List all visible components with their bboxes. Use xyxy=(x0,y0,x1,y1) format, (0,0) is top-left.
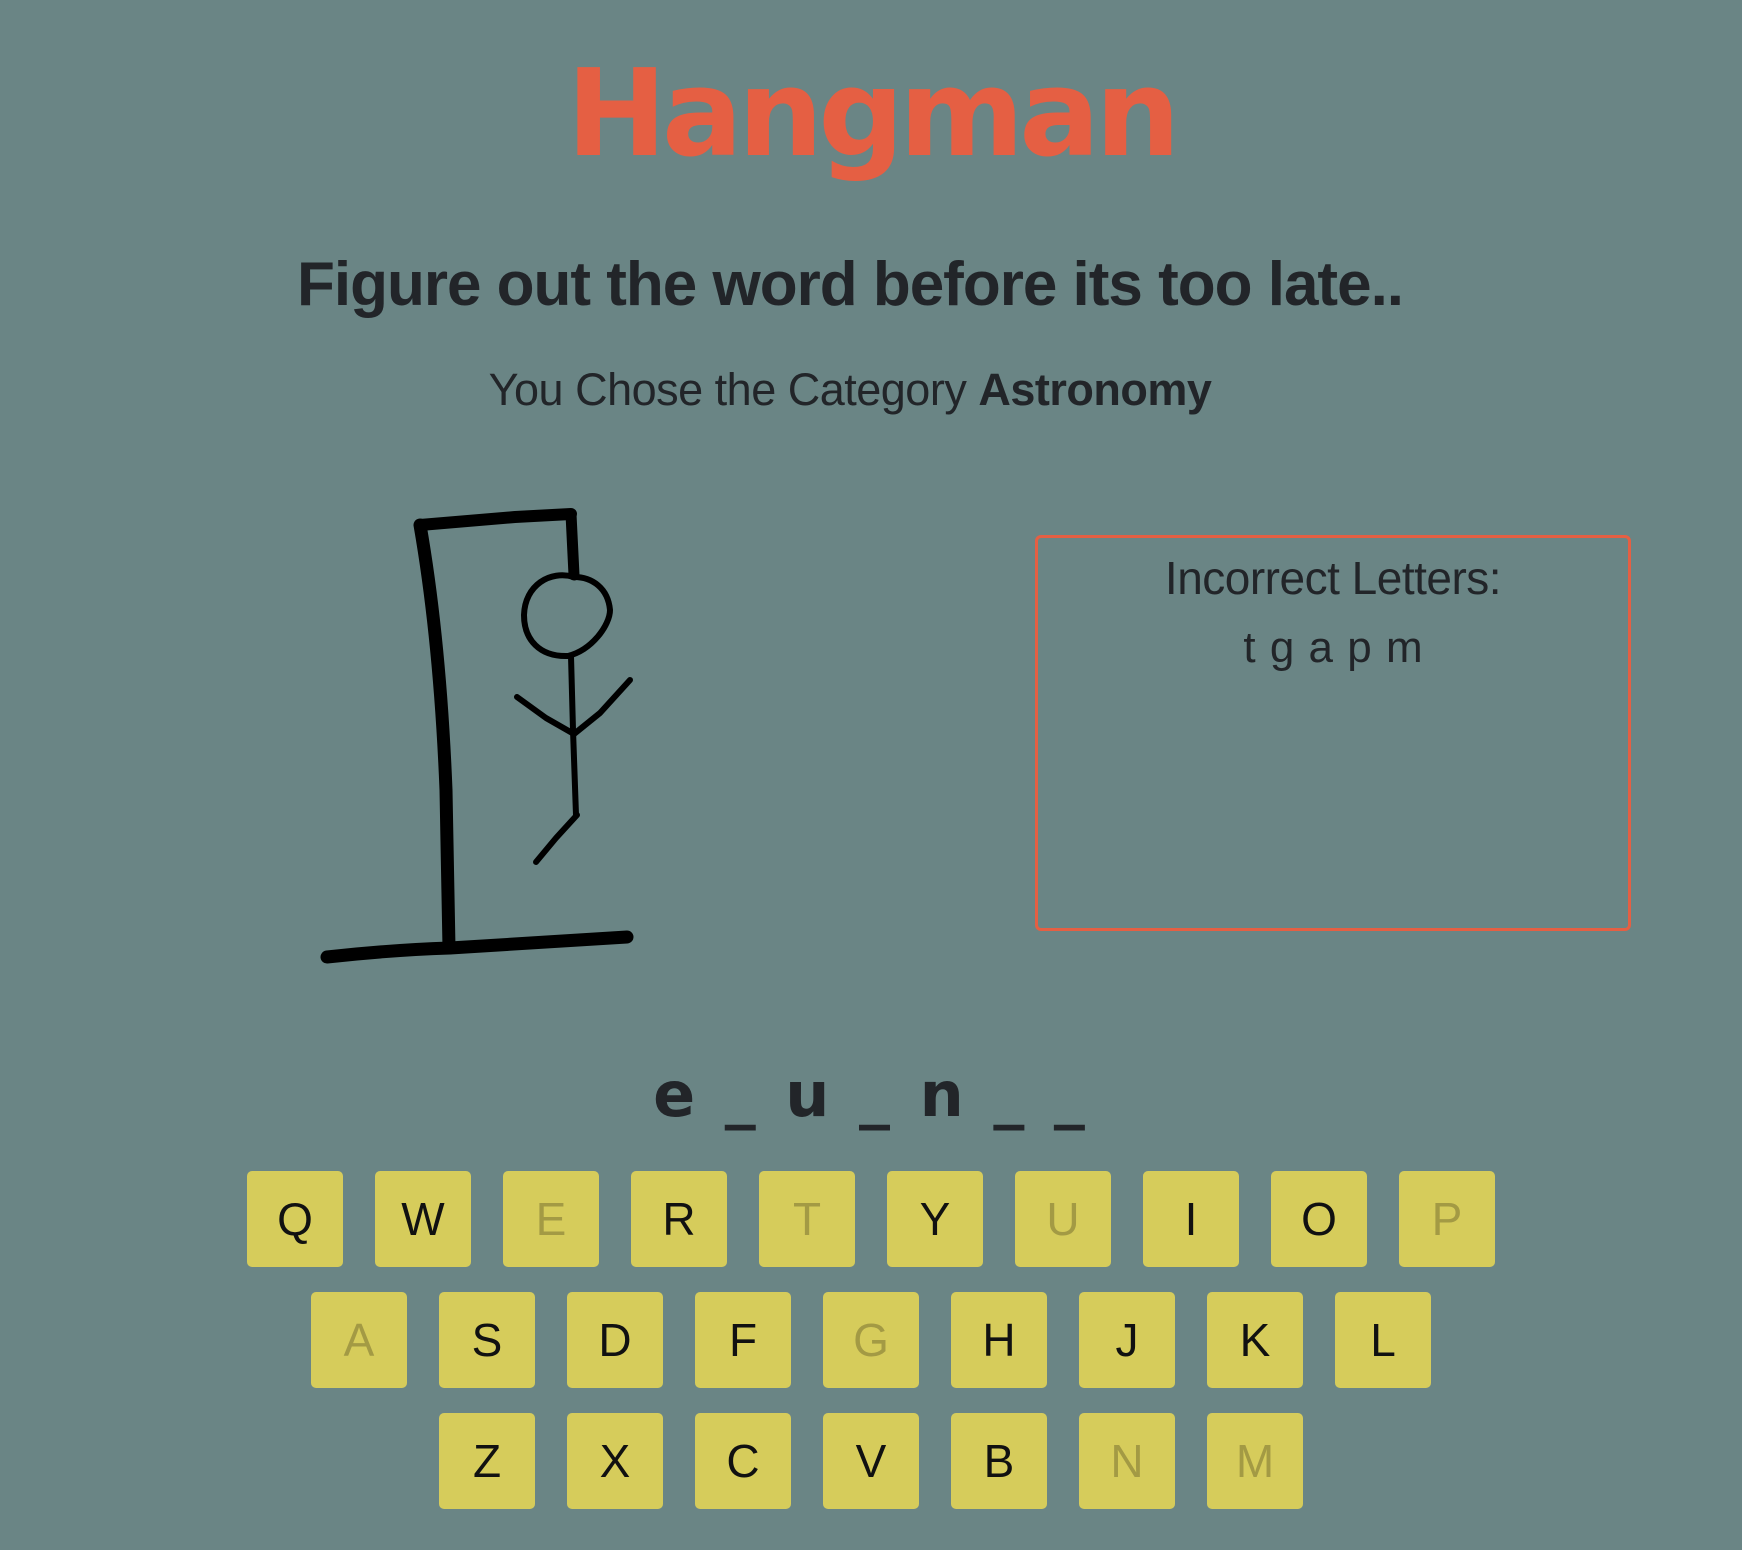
category-line: You Chose the Category Astronomy xyxy=(0,360,1700,420)
gallows-rope xyxy=(565,508,580,581)
keyboard-row: ASDFGHJKL xyxy=(0,1292,1742,1388)
incorrect-letters-panel: Incorrect Letters: t g a p m xyxy=(1035,535,1631,931)
key-w[interactable]: W xyxy=(375,1171,471,1267)
key-k[interactable]: K xyxy=(1207,1292,1303,1388)
key-f[interactable]: F xyxy=(695,1292,791,1388)
key-e[interactable]: E xyxy=(503,1171,599,1267)
keyboard-row: ZXCVBNM xyxy=(0,1413,1742,1509)
key-i[interactable]: I xyxy=(1143,1171,1239,1267)
key-m[interactable]: M xyxy=(1207,1413,1303,1509)
key-z[interactable]: Z xyxy=(439,1413,535,1509)
key-u[interactable]: U xyxy=(1015,1171,1111,1267)
game-subtitle: Figure out the word before its too late.… xyxy=(296,250,1404,319)
key-t[interactable]: T xyxy=(759,1171,855,1267)
hangman-head xyxy=(521,572,613,660)
key-r[interactable]: R xyxy=(631,1171,727,1267)
key-p[interactable]: P xyxy=(1399,1171,1495,1267)
key-o[interactable]: O xyxy=(1271,1171,1367,1267)
word-display: e _ u _ n _ _ xyxy=(653,1058,1089,1131)
gallows-beam xyxy=(414,508,577,531)
key-s[interactable]: S xyxy=(439,1292,535,1388)
hangman-drawing xyxy=(320,508,634,964)
hangman-right-arm xyxy=(571,677,633,737)
game-title: Hangman xyxy=(566,45,1180,184)
category-prefix: You Chose the Category xyxy=(488,364,967,415)
gallows-base xyxy=(320,930,634,964)
key-b[interactable]: B xyxy=(951,1413,1047,1509)
key-h[interactable]: H xyxy=(951,1292,1047,1388)
keyboard-row: QWERTYUIOP xyxy=(0,1171,1742,1267)
key-l[interactable]: L xyxy=(1335,1292,1431,1388)
key-c[interactable]: C xyxy=(695,1413,791,1509)
incorrect-letters-title: Incorrect Letters: xyxy=(1164,552,1502,604)
key-a[interactable]: A xyxy=(311,1292,407,1388)
key-g[interactable]: G xyxy=(823,1292,919,1388)
hangman-left-leg xyxy=(533,812,580,865)
key-n[interactable]: N xyxy=(1079,1413,1175,1509)
incorrect-letters-list: t g a p m xyxy=(1243,623,1423,672)
key-j[interactable]: J xyxy=(1079,1292,1175,1388)
key-x[interactable]: X xyxy=(567,1413,663,1509)
key-y[interactable]: Y xyxy=(887,1171,983,1267)
key-v[interactable]: V xyxy=(823,1413,919,1509)
key-d[interactable]: D xyxy=(567,1292,663,1388)
hangman-left-arm xyxy=(514,694,577,737)
key-q[interactable]: Q xyxy=(247,1171,343,1267)
gallows-pole xyxy=(413,518,456,955)
category-name: Astronomy xyxy=(978,364,1212,415)
on-screen-keyboard: QWERTYUIOP ASDFGHJKL ZXCVBNM xyxy=(0,1171,1742,1534)
